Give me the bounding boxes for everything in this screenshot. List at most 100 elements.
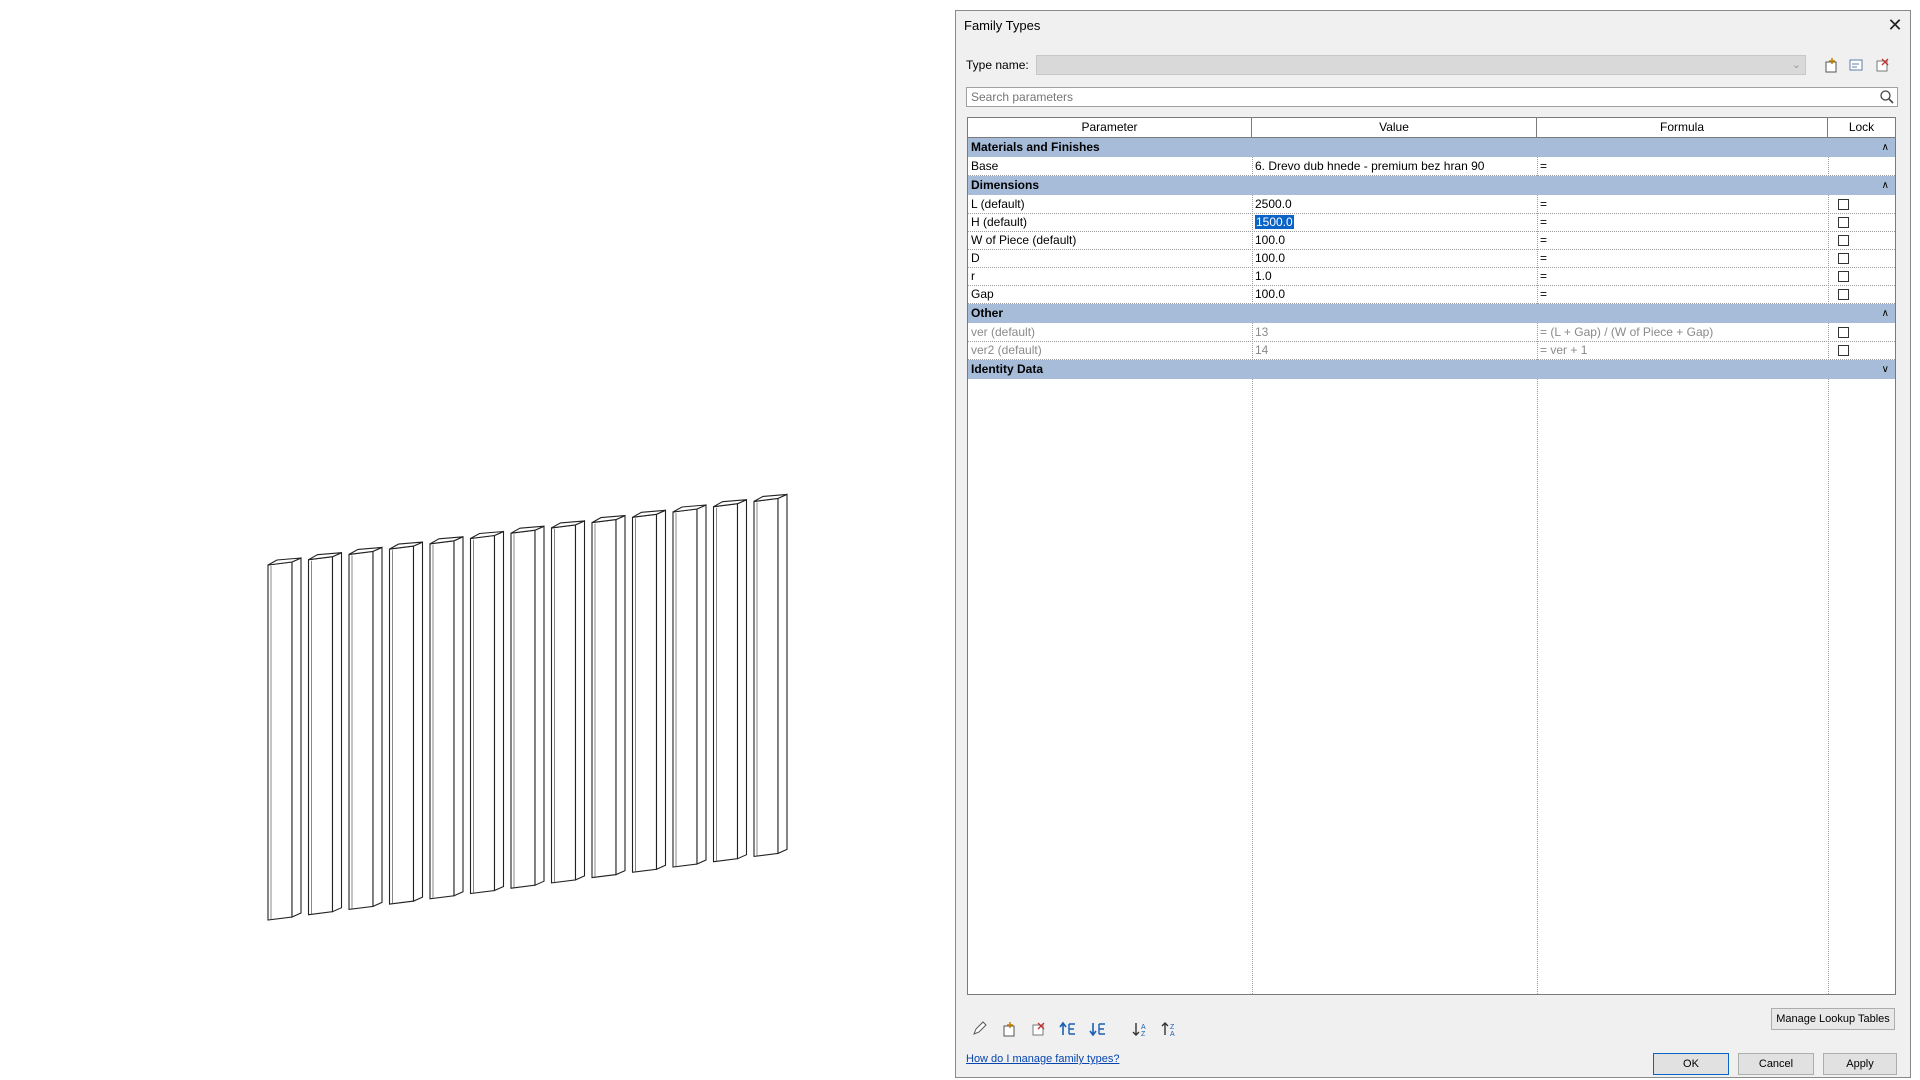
lock-checkbox[interactable] (1838, 199, 1849, 210)
parameter-lock-cell (1828, 214, 1895, 231)
parameter-name-cell: Base (968, 158, 1255, 175)
parameter-name-cell: Gap (968, 286, 1255, 303)
parameter-value-cell[interactable]: 100.0 (1252, 250, 1540, 267)
parameter-row[interactable]: r 1.0 = (968, 268, 1895, 286)
lock-checkbox[interactable] (1838, 235, 1849, 246)
parameter-formula-text: = (1540, 269, 1548, 283)
parameter-name-text: ver (default) (971, 325, 1036, 339)
sort-descending-icon[interactable]: ZA (1159, 1018, 1181, 1040)
parameter-formula-cell[interactable]: = (1537, 214, 1831, 231)
parameter-name-cell: L (default) (968, 196, 1255, 213)
parameter-value-cell[interactable]: 1500.0 (1252, 214, 1540, 231)
parameter-value-cell: 13 (1252, 324, 1540, 341)
new-type-icon[interactable] (1820, 54, 1842, 76)
type-name-label: Type name: (966, 58, 1029, 72)
group-header[interactable]: Materials and Finishes ∧ (968, 138, 1895, 157)
parameter-formula-text: = ver + 1 (1540, 343, 1588, 357)
move-down-icon[interactable] (1087, 1018, 1109, 1040)
sort-ascending-icon[interactable]: AZ (1130, 1018, 1152, 1040)
parameter-formula-cell[interactable]: = ver + 1 (1537, 342, 1831, 359)
group-header[interactable]: Dimensions ∧ (968, 176, 1895, 195)
lock-checkbox[interactable] (1838, 217, 1849, 228)
parameter-formula-cell[interactable]: = (1537, 250, 1831, 267)
parameter-row[interactable]: H (default) 1500.0 = (968, 214, 1895, 232)
parameter-value-text: 13 (1255, 325, 1269, 339)
edit-parameter-icon[interactable] (968, 1018, 990, 1040)
parameter-value-cell[interactable]: 100.0 (1252, 232, 1540, 249)
lock-checkbox[interactable] (1838, 253, 1849, 264)
group-header[interactable]: Other ∧ (968, 304, 1895, 323)
header-value[interactable]: Value (1252, 118, 1537, 138)
parameter-value-text: 1500.0 (1255, 215, 1294, 229)
ok-button[interactable]: OK (1653, 1053, 1729, 1075)
lock-checkbox[interactable] (1838, 327, 1849, 338)
lock-checkbox[interactable] (1838, 289, 1849, 300)
search-icon[interactable] (1879, 89, 1895, 108)
parameter-row[interactable]: D 100.0 = (968, 250, 1895, 268)
apply-button[interactable]: Apply (1823, 1053, 1897, 1075)
group-label: Other (971, 306, 1004, 320)
parameter-value-text: 100.0 (1255, 287, 1286, 301)
collapse-icon[interactable]: ∧ (1882, 304, 1889, 323)
lock-checkbox[interactable] (1838, 345, 1849, 356)
group-label: Materials and Finishes (971, 140, 1100, 154)
parameter-value-cell[interactable]: 2500.0 (1252, 196, 1540, 213)
parameter-row[interactable]: ver (default) 13 = (L + Gap) / (W of Piece… (968, 324, 1895, 342)
parameter-name-text: Base (971, 159, 999, 173)
parameter-lock-cell (1828, 286, 1895, 303)
close-button[interactable]: ✕ (1882, 13, 1908, 37)
move-up-icon[interactable] (1057, 1018, 1079, 1040)
header-parameter[interactable]: Parameter (968, 118, 1252, 138)
header-lock[interactable]: Lock (1828, 118, 1895, 138)
expand-icon[interactable]: ∨ (1882, 360, 1889, 379)
parameter-name-cell: W of Piece (default) (968, 232, 1255, 249)
cancel-button[interactable]: Cancel (1738, 1053, 1814, 1075)
parameter-name-text: W of Piece (default) (971, 233, 1077, 247)
header-formula[interactable]: Formula (1537, 118, 1828, 138)
3d-viewport[interactable] (0, 0, 955, 1080)
type-name-select[interactable]: ⌄ (1036, 55, 1806, 75)
parameter-formula-cell[interactable]: = (1537, 286, 1831, 303)
search-parameters-field[interactable] (966, 87, 1898, 107)
manage-lookup-tables-button[interactable]: Manage Lookup Tables (1771, 1008, 1895, 1030)
parameter-value-cell[interactable]: 1.0 (1252, 268, 1540, 285)
parameter-row[interactable]: W of Piece (default) 100.0 = (968, 232, 1895, 250)
fence-piece (631, 509, 667, 873)
parameter-value-cell[interactable]: 100.0 (1252, 286, 1540, 303)
lock-checkbox[interactable] (1838, 271, 1849, 282)
rename-type-icon[interactable] (1845, 54, 1867, 76)
parameters-grid: Parameter Value Formula Lock Materials a… (967, 117, 1896, 995)
parameter-formula-cell[interactable]: = (1537, 232, 1831, 249)
parameter-name-text: r (971, 269, 975, 283)
parameter-formula-cell[interactable]: = (L + Gap) / (W of Piece + Gap) (1537, 324, 1831, 341)
parameter-value-cell[interactable]: 6. Drevo dub hnede - premium bez hran 90 (1252, 158, 1540, 175)
parameter-value-text: 6. Drevo dub hnede - premium bez hran 90 (1255, 159, 1485, 173)
parameter-formula-cell[interactable]: = (1537, 268, 1831, 285)
parameter-name-text: H (default) (971, 215, 1028, 229)
parameter-lock-cell (1828, 196, 1895, 213)
new-parameter-icon[interactable] (998, 1018, 1020, 1040)
delete-parameter-icon[interactable] (1027, 1018, 1049, 1040)
help-link[interactable]: How do I manage family types? (966, 1053, 1119, 1065)
collapse-icon[interactable]: ∧ (1882, 138, 1889, 157)
fence-piece (672, 504, 707, 868)
parameter-row[interactable]: Gap 100.0 = (968, 286, 1895, 304)
collapse-icon[interactable]: ∧ (1882, 176, 1889, 195)
parameter-name-cell: ver2 (default) (968, 342, 1255, 359)
parameter-name-text: L (default) (971, 197, 1025, 211)
parameter-row[interactable]: L (default) 2500.0 = (968, 196, 1895, 214)
fence-piece (307, 551, 343, 916)
parameter-formula-text: = (1540, 233, 1548, 247)
group-header[interactable]: Identity Data ∨ (968, 360, 1895, 379)
parameter-row[interactable]: ver2 (default) 14 = ver + 1 (968, 342, 1895, 360)
parameter-row[interactable]: Base 6. Drevo dub hnede - premium bez hra… (968, 158, 1895, 176)
search-input[interactable] (967, 88, 1875, 106)
parameter-name-cell: H (default) (968, 214, 1255, 231)
fence-piece (388, 541, 424, 905)
parameter-formula-cell[interactable]: = (1537, 158, 1831, 175)
fence-model (267, 493, 788, 921)
parameter-formula-text: = (1540, 197, 1548, 211)
delete-type-icon[interactable] (1871, 54, 1893, 76)
parameter-formula-cell[interactable]: = (1537, 196, 1831, 213)
parameter-formula-text: = (1540, 287, 1548, 301)
